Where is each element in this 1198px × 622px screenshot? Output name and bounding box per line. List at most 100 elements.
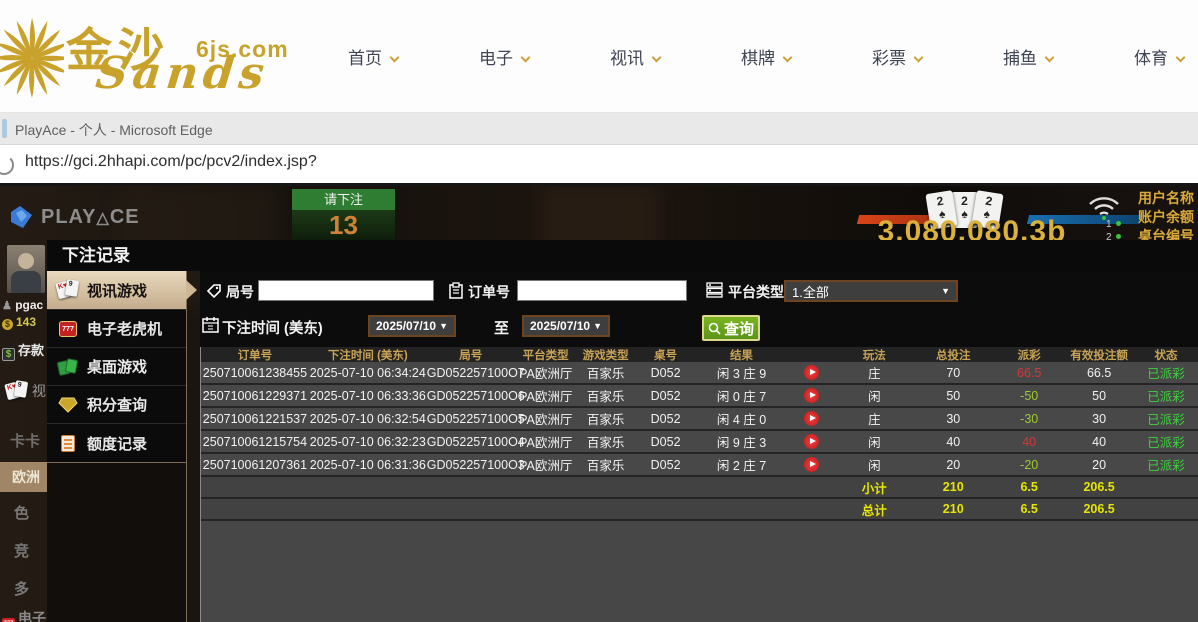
platform-type-label: 平台类型 [728, 284, 784, 300]
replay-button[interactable] [803, 388, 819, 404]
chevron-down-icon [1175, 52, 1186, 63]
deposit-button[interactable]: $ 存款 [2, 340, 44, 361]
status-badge: 已派彩 [1147, 413, 1185, 427]
triangle-a-icon: △ [96, 209, 110, 227]
search-button[interactable]: 查询 [702, 315, 760, 341]
chevron-down-icon [782, 52, 793, 63]
order-number-input[interactable] [517, 280, 687, 301]
grand-total-row: 总计 210 6.5 206.5 [201, 499, 1198, 521]
modal-content-panel: 局号 订单号 平台类型 1.全部 ▼ 下注时间 (美东) 2025/07/10 … [200, 271, 1198, 622]
bet-records-table: 订单号 下注时间 (美东) 局号 平台类型 游戏类型 桌号 结果 玩法 总投注 派彩 有效投注额 状态… [200, 347, 1198, 622]
countdown-value: 13 [292, 210, 395, 241]
to-label: 至 [494, 320, 510, 337]
replay-button[interactable] [803, 411, 819, 427]
lobby-username: ♟ pgac [2, 298, 44, 312]
online-dot-icon [1115, 234, 1121, 239]
sidebar-item-label: 积分查询 [87, 397, 148, 414]
replay-button[interactable] [803, 365, 819, 381]
logo-script: Sands [93, 48, 272, 99]
playace-wordmark: PLAY△CE [41, 205, 140, 228]
sidebar-item-slots[interactable]: 777 电子老虎机 [47, 310, 186, 348]
money-icon: $ [2, 319, 13, 330]
date-from-select[interactable]: 2025/07/10 ▼ [368, 315, 456, 337]
lobby-left-strip: ♟ pgac $143 $存款 K♥9 视 卡卡 欧洲 色 竞 多 777电子 [0, 240, 47, 622]
site-header: 金沙 6js.com Sands 首页 电子 视讯 棋牌 彩票 捕鱼 体育 [0, 0, 1198, 113]
bet-countdown-box: 请下注 13 [292, 189, 395, 241]
sidebar-item-label: 电子老虎机 [87, 321, 163, 338]
replay-button[interactable] [803, 457, 819, 473]
lobby-tab-jing[interactable]: 竞 [14, 540, 29, 561]
replay-button[interactable] [803, 434, 819, 450]
sidebar-item-table-games[interactable]: 桌面游戏 [47, 348, 186, 386]
modal-sidebar: K♥ 9 视讯游戏 777 电子老虎机 桌面游戏 积分查询 额度记录 [47, 271, 197, 622]
chevron-down-icon [1044, 52, 1055, 63]
lobby-tab-video[interactable]: K♥ 9 视 [4, 380, 46, 402]
table-row: 250710061229371 2025-07-10 06:33:36 GD0522… [201, 385, 1198, 408]
nav-board[interactable]: 棋牌 [741, 44, 793, 69]
nav-slots[interactable]: 电子 [479, 44, 531, 69]
reload-icon[interactable] [0, 155, 14, 175]
chevron-down-icon [520, 52, 531, 63]
calendar-icon [202, 317, 219, 333]
order-number-label: 订单号 [468, 284, 510, 300]
lobby-tab-duo[interactable]: 多 [14, 578, 29, 599]
browser-titlebar: PlayAce - 个人 - Microsoft Edge [0, 113, 1198, 145]
avatar[interactable] [7, 245, 45, 293]
online-dot-icon [1115, 221, 1121, 226]
table-header-row: 订单号 下注时间 (美东) 局号 平台类型 游戏类型 桌号 结果 玩法 总投注 派彩 有效投注额 状态 [201, 347, 1198, 362]
sidebar-item-video-games[interactable]: K♥ 9 视讯游戏 [47, 271, 197, 310]
playace-logo: PLAY△CE [8, 204, 140, 230]
table-row: 250710061221537 2025-07-10 06:32:54 GD0522… [201, 408, 1198, 431]
slots-icon: 777 [2, 618, 15, 622]
table-empty-area [201, 521, 1198, 622]
deposit-icon: $ [2, 348, 15, 361]
account-info-labels: 用户名称 账户余额 桌台编号 [1138, 189, 1198, 246]
lobby-tab-dianzi[interactable]: 777电子 [2, 608, 46, 622]
document-icon [61, 434, 75, 452]
lobby-tab-europe[interactable]: 欧洲 [0, 462, 47, 492]
sidebar-item-label: 额度记录 [87, 435, 148, 453]
table-row: 250710061215754 2025-07-10 06:32:23 GD0522… [201, 431, 1198, 454]
status-badge: 已派彩 [1147, 459, 1185, 473]
round-number-input[interactable] [258, 280, 434, 301]
chevron-down-icon [651, 52, 662, 63]
caret-down-icon: ▼ [439, 321, 448, 331]
nav-lottery[interactable]: 彩票 [872, 44, 924, 69]
cards-icon: K♥ 9 [4, 380, 29, 402]
sidebar-item-credit-records[interactable]: 额度记录 [47, 424, 186, 462]
order-clipboard-icon [449, 282, 463, 299]
table-row: 250710061207361 2025-07-10 06:31:36 GD0522… [201, 454, 1198, 477]
chevron-down-icon [389, 52, 400, 63]
sidebar-filler [47, 463, 186, 622]
playace-mark-icon [11, 206, 32, 228]
window-icon [2, 119, 7, 138]
sands-sun-logo [0, 18, 64, 98]
url-text[interactable]: https://gci.2hhapi.com/pc/pcv2/index.jsp… [25, 153, 317, 171]
diamond-icon [58, 397, 78, 413]
date-to-value: 2025/07/10 [530, 319, 591, 333]
lobby-tab-se[interactable]: 色 [14, 502, 29, 523]
platform-type-select[interactable]: 1.全部 ▼ [784, 280, 958, 302]
lobby-balance: $143 [2, 315, 36, 330]
table-row: 250710061238455 2025-07-10 06:34:24 GD0522… [201, 362, 1198, 385]
person-icon: ♟ [2, 300, 12, 312]
filter-bar: 局号 订单号 平台类型 1.全部 ▼ 下注时间 (美东) 2025/07/10 … [200, 271, 1198, 347]
nav-live[interactable]: 视讯 [610, 44, 662, 69]
search-button-label: 查询 [723, 320, 754, 338]
modal-title: 下注记录 [47, 240, 1198, 271]
chevron-down-icon [913, 52, 924, 63]
main-nav: 首页 电子 视讯 棋牌 彩票 捕鱼 体育 [348, 0, 1186, 113]
sidebar-item-points[interactable]: 积分查询 [47, 386, 186, 424]
nav-home[interactable]: 首页 [348, 44, 400, 69]
username-label: 用户名称 [1138, 190, 1194, 206]
date-from-value: 2025/07/10 [376, 319, 437, 333]
status-badge: 已派彩 [1147, 436, 1185, 450]
nav-fishing[interactable]: 捕鱼 [1003, 44, 1055, 69]
window-title: PlayAce - 个人 - Microsoft Edge [15, 122, 213, 138]
caret-down-icon: ▼ [593, 321, 602, 331]
round-number-label: 局号 [226, 284, 254, 300]
lobby-tab-kaka[interactable]: 卡卡 [10, 430, 40, 451]
nav-sports[interactable]: 体育 [1134, 44, 1186, 69]
date-to-select[interactable]: 2025/07/10 ▼ [522, 315, 610, 337]
browser-urlbar[interactable]: https://gci.2hhapi.com/pc/pcv2/index.jsp… [0, 145, 1198, 186]
